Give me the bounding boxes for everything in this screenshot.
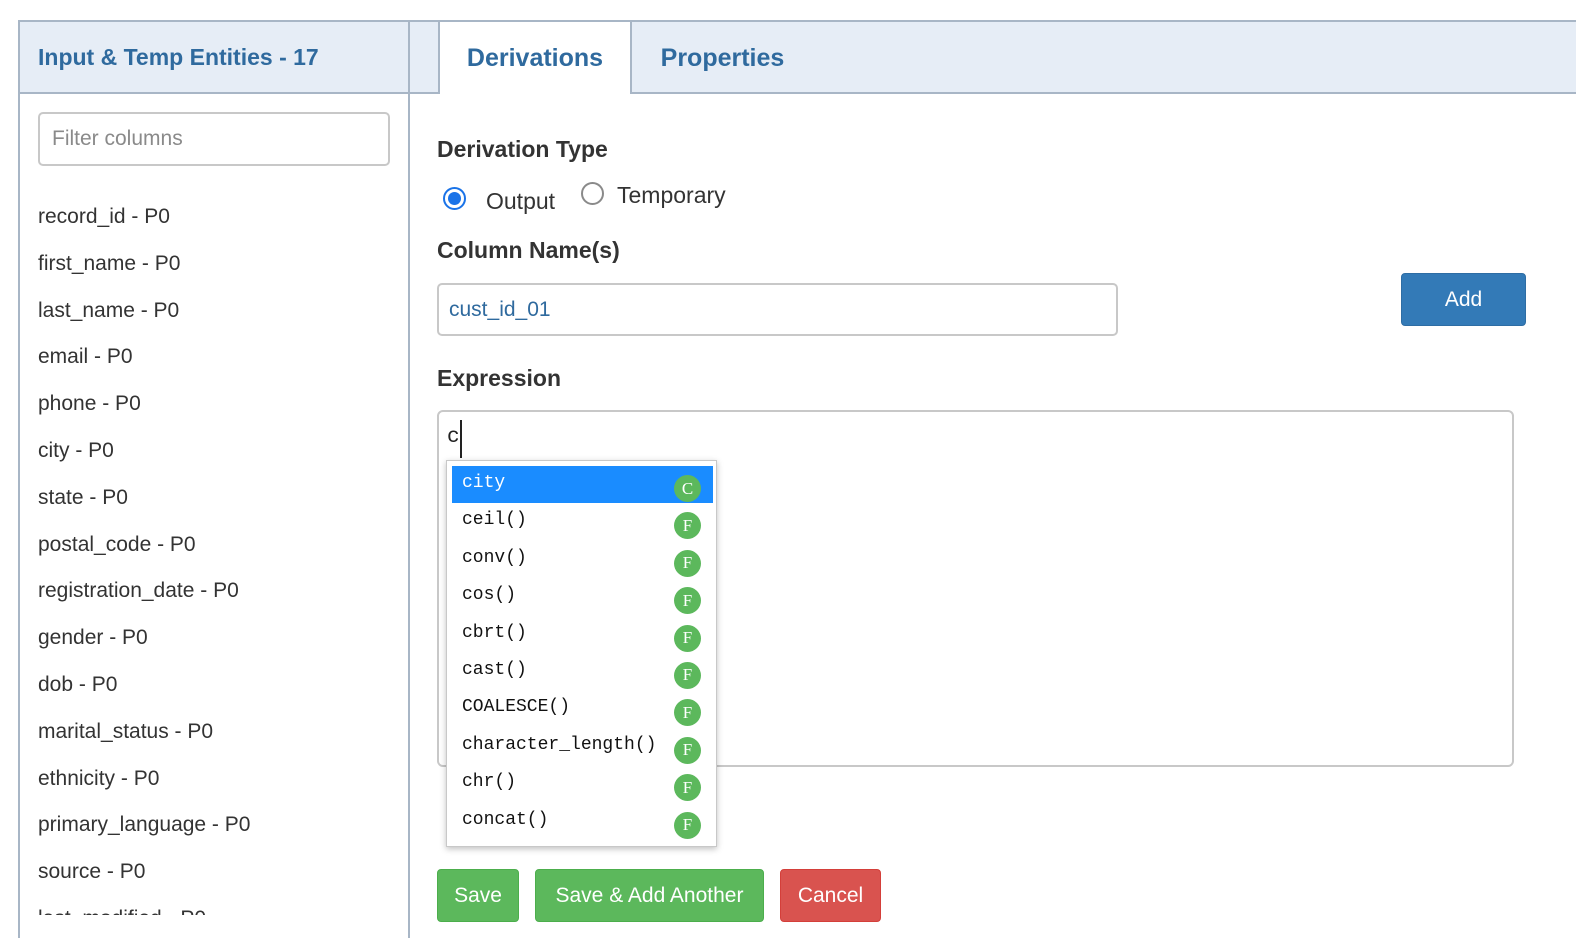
cancel-button[interactable]: Cancel bbox=[780, 869, 881, 922]
autocomplete-item-text: cast() bbox=[462, 659, 527, 680]
autocomplete-item[interactable]: cos() F bbox=[452, 578, 713, 615]
autocomplete-item-text: conv() bbox=[462, 547, 527, 568]
column-type-badge-icon: C bbox=[674, 475, 701, 502]
column-item[interactable]: city - P0 bbox=[38, 426, 398, 473]
function-type-badge-icon: F bbox=[674, 624, 701, 652]
autocomplete-item[interactable]: ceil() F bbox=[452, 503, 713, 540]
entities-title: Input & Temp Entities - 17 bbox=[38, 43, 319, 70]
autocomplete-item[interactable]: conv() F bbox=[452, 541, 713, 578]
column-item[interactable]: state - P0 bbox=[38, 473, 398, 520]
function-type-badge-icon: F bbox=[674, 512, 701, 540]
expression-label: Expression bbox=[437, 365, 561, 391]
column-names-label: Column Name(s) bbox=[437, 237, 620, 263]
function-type-badge-icon: F bbox=[674, 549, 701, 577]
column-item[interactable]: marital_status - P0 bbox=[38, 707, 398, 754]
filter-columns-input[interactable] bbox=[38, 112, 390, 166]
entities-panel: Input & Temp Entities - 17 record_id - P… bbox=[18, 20, 410, 938]
tab-bar: Derivations Properties bbox=[410, 20, 1576, 94]
tab-derivations[interactable]: Derivations bbox=[438, 20, 632, 94]
function-type-badge-icon: F bbox=[674, 661, 701, 689]
column-item[interactable]: last_modified - P0 bbox=[38, 894, 398, 915]
autocomplete-item[interactable]: cbrt() F bbox=[452, 616, 713, 653]
column-item[interactable]: first_name - P0 bbox=[38, 239, 398, 286]
column-item[interactable]: registration_date - P0 bbox=[38, 566, 398, 613]
derivation-panel: Derivations Properties Derivation Type O… bbox=[410, 20, 1576, 938]
autocomplete-item[interactable]: concat() F bbox=[452, 803, 713, 840]
column-item[interactable]: dob - P0 bbox=[38, 660, 398, 707]
column-item[interactable]: phone - P0 bbox=[38, 379, 398, 426]
autocomplete-item-text: cos() bbox=[462, 585, 517, 606]
derivation-type-label: Derivation Type bbox=[437, 136, 608, 162]
function-type-badge-icon: F bbox=[674, 736, 701, 764]
autocomplete-item-text: character_length() bbox=[462, 734, 657, 755]
column-item[interactable]: last_name - P0 bbox=[38, 286, 398, 333]
function-type-badge-icon: F bbox=[674, 774, 701, 802]
autocomplete-item[interactable]: character_length() F bbox=[452, 728, 713, 765]
column-item[interactable]: primary_language - P0 bbox=[38, 800, 398, 847]
autocomplete-item-text: chr() bbox=[462, 772, 517, 793]
autocomplete-item[interactable]: city C bbox=[452, 466, 713, 504]
autocomplete-item-text: cbrt() bbox=[462, 622, 527, 643]
expression-text: c bbox=[447, 426, 460, 449]
function-type-badge-icon: F bbox=[674, 587, 701, 615]
autocomplete-item-text: COALESCE() bbox=[462, 697, 571, 718]
temporary-radio-label[interactable]: Temporary bbox=[617, 182, 726, 209]
output-radio-label[interactable]: Output bbox=[486, 188, 555, 215]
column-item[interactable]: source - P0 bbox=[38, 847, 398, 894]
save-button[interactable]: Save bbox=[437, 869, 519, 922]
autocomplete-item[interactable]: cast() F bbox=[452, 653, 713, 690]
column-list: record_id - P0 first_name - P0 last_name… bbox=[38, 192, 398, 915]
column-item[interactable]: postal_code - P0 bbox=[38, 520, 398, 567]
column-item[interactable]: gender - P0 bbox=[38, 613, 398, 660]
autocomplete-item-text: ceil() bbox=[462, 510, 527, 531]
save-and-add-another-button[interactable]: Save & Add Another bbox=[535, 869, 764, 922]
autocomplete-item[interactable]: COALESCE() F bbox=[452, 690, 713, 727]
function-type-badge-icon: F bbox=[674, 699, 701, 727]
output-radio[interactable] bbox=[443, 187, 466, 210]
column-item[interactable]: ethnicity - P0 bbox=[38, 754, 398, 801]
autocomplete-item[interactable]: chr() F bbox=[452, 765, 713, 802]
add-button[interactable]: Add bbox=[1401, 273, 1526, 326]
temporary-radio[interactable] bbox=[581, 182, 604, 205]
column-item[interactable]: email - P0 bbox=[38, 332, 398, 379]
autocomplete-item-text: city bbox=[462, 473, 506, 493]
text-caret bbox=[460, 420, 462, 458]
entities-header: Input & Temp Entities - 17 bbox=[20, 22, 408, 94]
column-item[interactable]: record_id - P0 bbox=[38, 192, 398, 239]
column-name-input[interactable] bbox=[437, 283, 1118, 336]
function-type-badge-icon: F bbox=[674, 811, 701, 839]
tab-properties[interactable]: Properties bbox=[640, 22, 805, 94]
autocomplete-popup: city C ceil() F conv() F cos() F cbrt() … bbox=[446, 460, 717, 847]
autocomplete-item-text: concat() bbox=[462, 809, 549, 830]
